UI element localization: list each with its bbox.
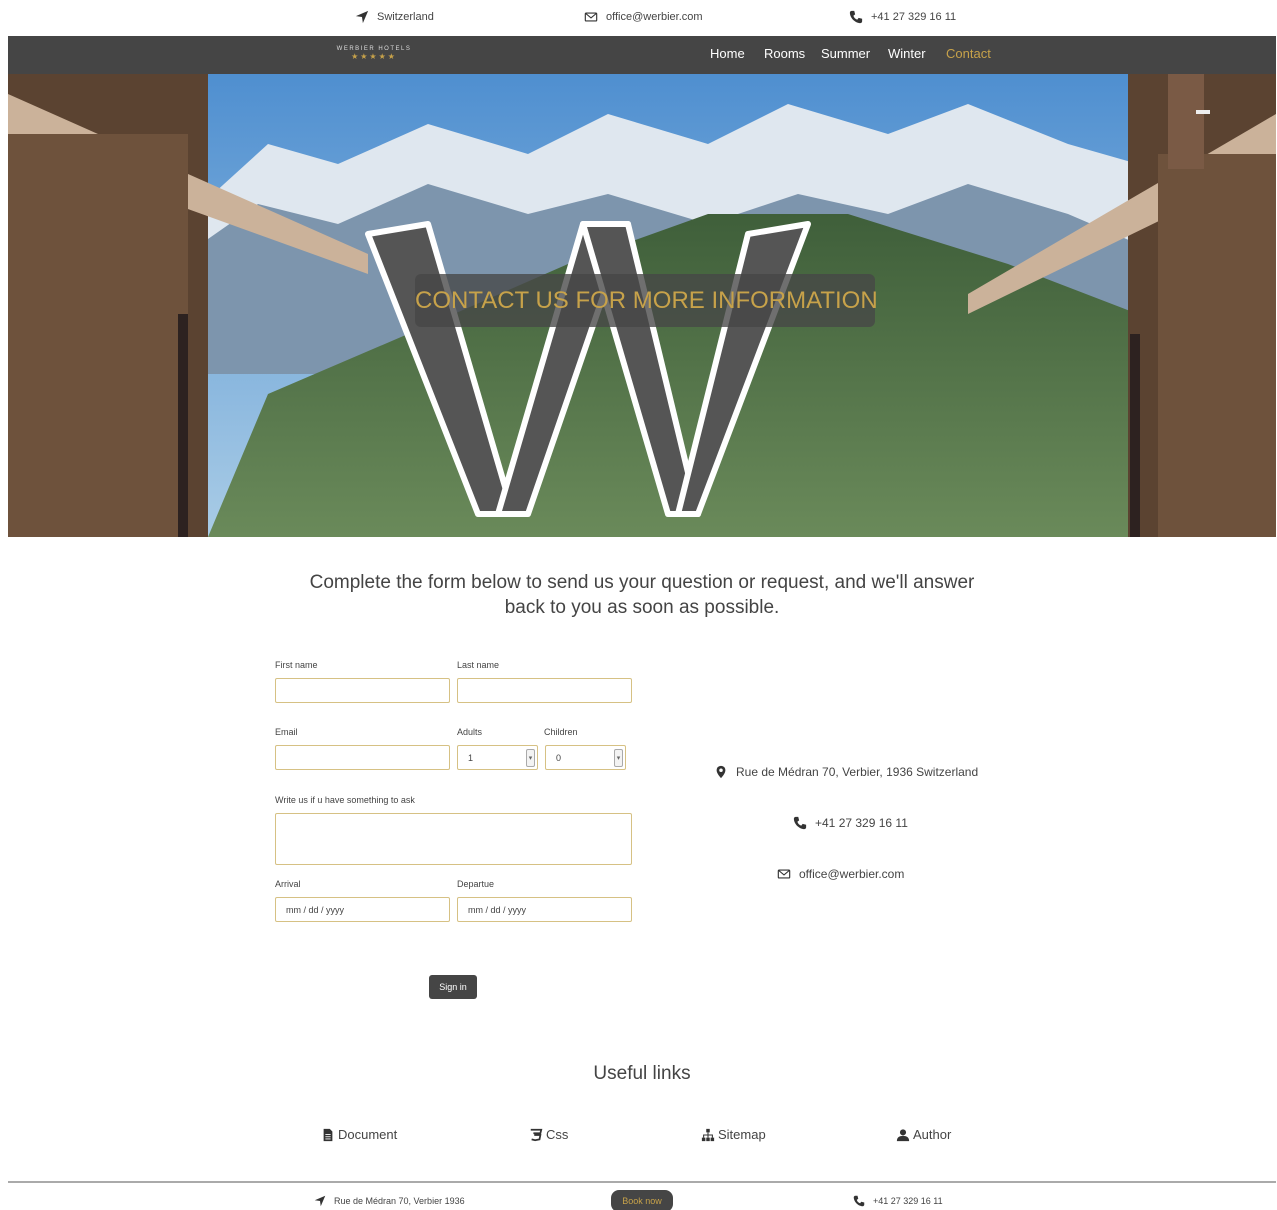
book-now-button[interactable]: Book now <box>611 1190 673 1210</box>
nav-winter[interactable]: Winter <box>888 46 926 61</box>
email-input[interactable] <box>275 745 450 770</box>
chevron-down-icon: ▾ <box>526 748 535 767</box>
children-label: Children <box>544 727 578 737</box>
top-bar: Switzerland office@werbier.com +41 27 32… <box>0 0 1277 36</box>
arrival-date-input[interactable]: mm / dd / yyyy <box>275 897 450 922</box>
chevron-down-icon: ▾ <box>614 748 623 767</box>
topbar-phone[interactable]: +41 27 329 16 11 <box>849 10 956 24</box>
topbar-email-text: office@werbier.com <box>606 11 703 23</box>
footer-phone[interactable]: +41 27 329 16 11 <box>853 1195 943 1207</box>
contact-email[interactable]: office@werbier.com <box>777 867 904 881</box>
children-value: 0 <box>556 752 562 763</box>
link-css-label: Css <box>546 1127 569 1142</box>
topbar-phone-text: +41 27 329 16 11 <box>871 11 957 23</box>
brand-stars: ★★★★★ <box>351 52 397 61</box>
css-icon <box>530 1128 543 1141</box>
contact-phone-text: +41 27 329 16 11 <box>815 816 908 830</box>
link-author-label: Author <box>913 1127 952 1142</box>
topbar-location-text: Switzerland <box>377 11 434 23</box>
contact-address-text: Rue de Médran 70, Verbier, 1936 Switzerl… <box>736 765 979 779</box>
contact-email-text: office@werbier.com <box>799 867 905 881</box>
user-icon <box>896 1128 910 1141</box>
brand-logo[interactable]: WERBIER HOTELS ★★★★★ <box>334 45 414 61</box>
document-icon <box>323 1128 333 1141</box>
useful-links-title: Useful links <box>593 1063 691 1084</box>
hero-title: CONTACT US FOR MORE INFORMATION <box>415 274 878 327</box>
email-label: Email <box>275 727 298 737</box>
nav-contact[interactable]: Contact <box>946 46 991 61</box>
map-marker-icon <box>716 765 726 779</box>
first-name-label: First name <box>275 660 318 670</box>
link-author[interactable]: Author <box>896 1127 951 1142</box>
hero-banner: CONTACT US FOR MORE INFORMATION <box>8 74 1276 537</box>
phone-icon <box>853 1195 865 1207</box>
sign-in-button[interactable]: Sign in <box>429 975 477 999</box>
envelope-icon <box>584 12 598 22</box>
adults-label: Adults <box>457 727 483 737</box>
navbar: WERBIER HOTELS ★★★★★ Home Rooms Summer W… <box>8 36 1276 74</box>
phone-icon <box>849 10 863 24</box>
link-css[interactable]: Css <box>529 1127 568 1142</box>
location-arrow-icon <box>314 1195 326 1207</box>
adults-select[interactable]: 1 ▾ <box>457 745 538 770</box>
footer-phone-text: +41 27 329 16 11 <box>873 1196 943 1206</box>
departure-date-input[interactable]: mm / dd / yyyy <box>457 897 632 922</box>
first-name-input[interactable] <box>275 678 450 703</box>
hero-menu-icon[interactable] <box>1196 110 1210 114</box>
link-document[interactable]: Document <box>321 1127 397 1142</box>
arrival-label: Arrival <box>275 879 301 889</box>
footer-address-text: Rue de Médran 70, Verbier 1936 <box>334 1196 465 1206</box>
last-name-label: Last name <box>457 660 500 670</box>
link-document-label: Document <box>338 1127 398 1142</box>
location-arrow-icon <box>355 10 369 24</box>
link-sitemap[interactable]: Sitemap <box>701 1127 766 1142</box>
departure-placeholder: mm / dd / yyyy <box>468 904 527 915</box>
topbar-location: Switzerland <box>355 10 434 24</box>
footer-address: Rue de Médran 70, Verbier 1936 <box>314 1195 465 1207</box>
envelope-icon <box>777 869 791 879</box>
departure-label: Departue <box>457 879 495 889</box>
contact-phone[interactable]: +41 27 329 16 11 <box>793 816 908 830</box>
sitemap-icon <box>701 1128 715 1141</box>
phone-icon <box>793 816 807 830</box>
last-name-input[interactable] <box>457 678 632 703</box>
intro-text: Complete the form below to send us your … <box>309 572 975 618</box>
arrival-placeholder: mm / dd / yyyy <box>286 904 345 915</box>
message-label: Write us if u have something to ask <box>275 795 415 805</box>
contact-address: Rue de Médran 70, Verbier, 1936 Switzerl… <box>714 765 978 779</box>
link-sitemap-label: Sitemap <box>718 1127 766 1142</box>
adults-value: 1 <box>468 752 474 763</box>
message-textarea[interactable] <box>275 813 632 865</box>
children-select[interactable]: 0 ▾ <box>545 745 626 770</box>
topbar-email[interactable]: office@werbier.com <box>584 10 703 24</box>
nav-home[interactable]: Home <box>710 46 745 61</box>
nav-rooms[interactable]: Rooms <box>764 46 805 61</box>
footer-divider <box>8 1181 1276 1183</box>
nav-summer[interactable]: Summer <box>821 46 870 61</box>
